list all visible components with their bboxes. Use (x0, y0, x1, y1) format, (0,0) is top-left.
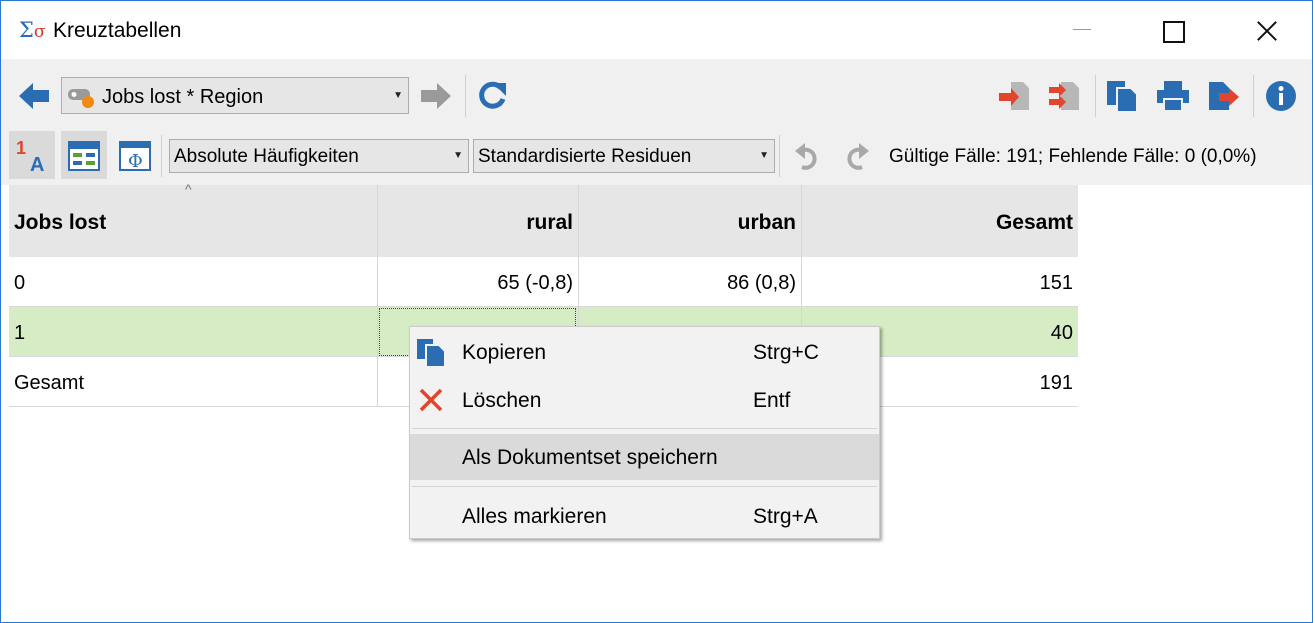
menu-item-label: Als Dokumentset speichern (462, 446, 718, 469)
menu-item-delete[interactable]: Löschen Entf (410, 377, 879, 423)
svg-text:Φ: Φ (128, 151, 143, 171)
case-count-status: Gültige Fälle: 191; Fehlende Fälle: 0 (0… (889, 146, 1257, 167)
menu-item-shortcut: Entf (753, 389, 791, 412)
menu-separator (412, 486, 877, 487)
variable-icon (68, 89, 94, 108)
window: Σσ Kreuztabellen Jobs lost * Region ▼ 1 … (0, 0, 1313, 623)
column-header[interactable]: rural (377, 185, 578, 257)
export-multiple-icon[interactable] (1047, 79, 1081, 113)
table-row[interactable]: 0 65 (-0,8) 86 (0,8) 151 (9, 257, 1078, 307)
phi-icon[interactable]: Φ (119, 141, 151, 171)
table-header-row: Jobs lost rural urban Gesamt ^ (9, 181, 1078, 257)
undo-icon[interactable] (793, 141, 821, 171)
toolbar-separator (779, 135, 780, 177)
table-cell[interactable]: 151 (801, 257, 1078, 306)
toolbar-separator (465, 75, 466, 117)
copy-icon (417, 339, 446, 368)
minimize-button[interactable] (1037, 1, 1127, 59)
chevron-down-icon: ▼ (453, 150, 463, 161)
svg-text:A: A (30, 154, 44, 175)
menu-item-label: Kopieren (462, 341, 547, 364)
copy-icon[interactable] (1105, 79, 1139, 113)
toolbar-separator (1253, 75, 1254, 117)
column-header[interactable]: urban (578, 185, 801, 257)
crosstab-selector-value: Jobs lost * Region (102, 86, 264, 108)
menu-item-save-as-document-set[interactable]: Als Dokumentset speichern (410, 434, 879, 480)
toolbar-separator (161, 135, 162, 177)
forward-arrow-icon[interactable] (419, 81, 453, 111)
back-arrow-icon[interactable] (17, 81, 51, 111)
table-layout-icon[interactable] (68, 141, 100, 171)
chevron-down-icon: ▼ (393, 90, 403, 101)
toolbar-area: Jobs lost * Region ▼ 1 A Φ Absolute Häuf… (1, 59, 1312, 185)
app-sigma-icon: Σσ (19, 18, 46, 42)
toolbar-separator (1095, 75, 1096, 117)
menu-item-shortcut: Strg+A (753, 505, 818, 528)
maximize-button[interactable] (1127, 1, 1217, 59)
table-cell[interactable]: Gesamt (9, 357, 377, 406)
crosstab-selector-dropdown[interactable]: Jobs lost * Region ▼ (61, 77, 409, 114)
column-header[interactable]: Jobs lost (9, 185, 377, 257)
print-icon[interactable] (1155, 79, 1191, 113)
column-header[interactable]: Gesamt (801, 185, 1078, 257)
table-cell[interactable]: 0 (9, 257, 377, 306)
close-button[interactable] (1217, 1, 1307, 59)
delete-icon (419, 388, 443, 412)
frequency-type-value: Absolute Häufigkeiten (174, 146, 359, 167)
title-bar: Σσ Kreuztabellen (1, 1, 1312, 59)
context-menu: Kopieren Strg+C Löschen Entf Als Dokumen… (409, 326, 880, 539)
residual-type-value: Standardisierte Residuen (478, 146, 692, 167)
redo-icon[interactable] (843, 141, 871, 171)
window-title: Kreuztabellen (53, 19, 182, 42)
menu-separator (412, 428, 877, 429)
table-cell[interactable]: 65 (-0,8) (377, 257, 578, 306)
menu-item-shortcut: Strg+C (753, 341, 819, 364)
table-cell[interactable]: 86 (0,8) (578, 257, 801, 306)
info-icon[interactable] (1265, 80, 1297, 112)
sort-indicator-icon: ^ (185, 181, 192, 197)
svg-text:1: 1 (16, 138, 26, 158)
sort-1a-icon[interactable]: 1 A (13, 135, 53, 175)
menu-item-label: Alles markieren (462, 505, 607, 528)
menu-item-label: Löschen (462, 389, 542, 412)
menu-item-copy[interactable]: Kopieren Strg+C (410, 329, 879, 375)
residual-type-dropdown[interactable]: Standardisierte Residuen ▼ (473, 139, 775, 173)
menu-item-select-all[interactable]: Alles markieren Strg+A (410, 493, 879, 539)
chevron-down-icon: ▼ (759, 150, 769, 161)
refresh-icon[interactable] (475, 79, 509, 113)
export-exit-icon[interactable] (1207, 79, 1241, 113)
table-cell[interactable]: 1 (9, 307, 377, 356)
frequency-type-dropdown[interactable]: Absolute Häufigkeiten ▼ (169, 139, 469, 173)
export-icon[interactable] (997, 79, 1031, 113)
